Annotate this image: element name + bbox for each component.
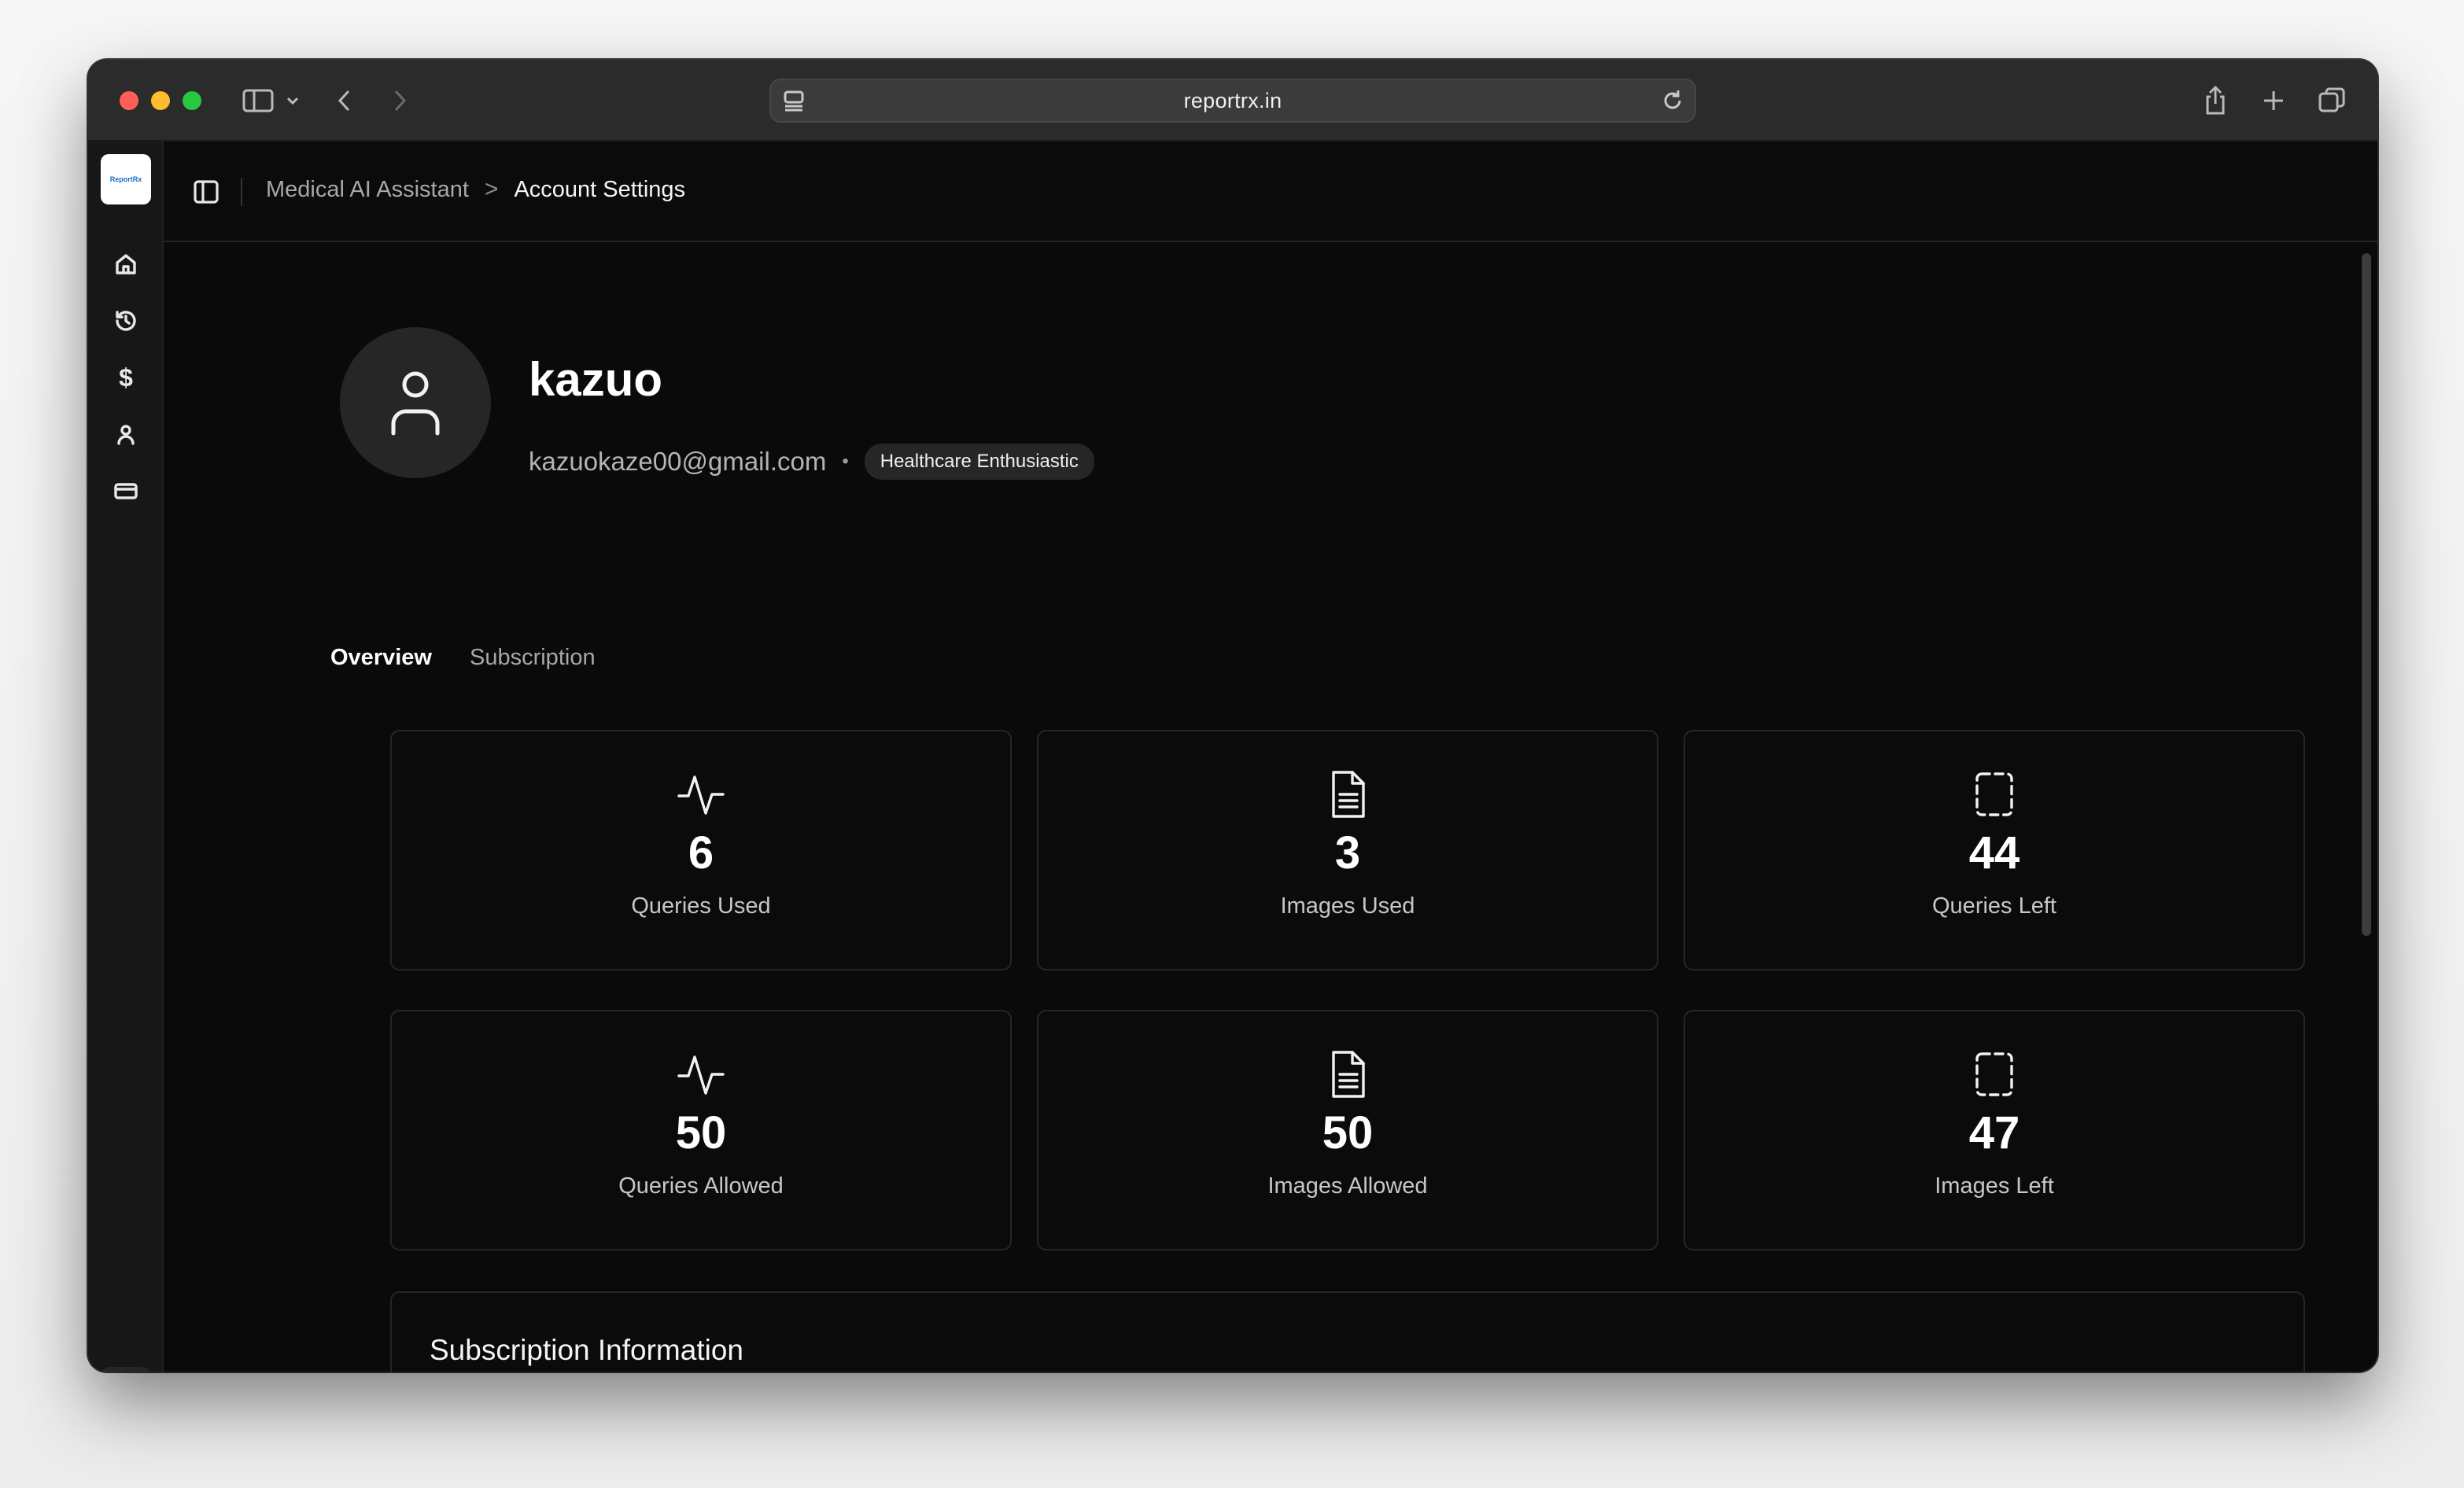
- url-text: reportrx.in: [1183, 88, 1282, 112]
- address-bar[interactable]: reportrx.in: [769, 79, 1696, 123]
- tab-subscription[interactable]: Subscription: [470, 645, 596, 671]
- browser-window: reportrx.in ReportRx $ Medical AI Assist…: [88, 60, 2377, 1372]
- panel-left-icon: [194, 180, 219, 204]
- app-logo[interactable]: ReportRx: [101, 154, 151, 204]
- breadcrumb: Medical AI Assistant > Account Settings: [266, 176, 685, 203]
- tab-overview-icon[interactable]: [2311, 80, 2352, 121]
- reload-icon[interactable]: [1660, 88, 1685, 117]
- stat-card-images-allowed: 50 Images Allowed: [1037, 1010, 1658, 1250]
- breadcrumb-separator: >: [484, 176, 499, 202]
- sidebar-item-pricing[interactable]: $: [107, 359, 145, 396]
- share-icon[interactable]: [2195, 80, 2236, 121]
- dashed-square-icon: [1975, 772, 2013, 816]
- stat-value: 44: [1968, 827, 2020, 878]
- panel-toggle-button[interactable]: [187, 173, 225, 211]
- history-icon: [116, 311, 136, 331]
- close-window-button[interactable]: [120, 91, 138, 110]
- sidebar-item-billing[interactable]: [107, 472, 145, 510]
- subscription-info-section: Subscription Information: [390, 1291, 2305, 1372]
- subscription-info-title: Subscription Information: [430, 1334, 743, 1366]
- stat-label: Images Allowed: [1267, 1173, 1428, 1199]
- sidebar-item-account[interactable]: [107, 415, 145, 453]
- stat-label: Images Left: [1935, 1173, 2054, 1199]
- minimize-window-button[interactable]: [151, 91, 170, 110]
- dollar-icon: $: [119, 363, 133, 392]
- stat-card-queries-used: 6 Queries Used: [390, 730, 1012, 971]
- sidebar-toggle-icon[interactable]: [238, 80, 278, 121]
- tab-overview[interactable]: Overview: [330, 645, 432, 671]
- profile-meta: kazuokaze00@gmail.com • Healthcare Enthu…: [529, 444, 1094, 480]
- user-icon: [391, 371, 440, 436]
- user-icon: [117, 425, 135, 445]
- profile-name: kazuo: [529, 353, 663, 406]
- sidebar-item-history[interactable]: [107, 302, 145, 340]
- activity-icon: [677, 1055, 725, 1095]
- stat-card-images-used: 3 Images Used: [1037, 730, 1658, 971]
- maximize-window-button[interactable]: [183, 91, 201, 110]
- stat-value: 50: [675, 1107, 727, 1158]
- profile-email: kazuokaze00@gmail.com: [529, 447, 827, 476]
- stat-label: Queries Used: [631, 893, 771, 919]
- back-arrow-icon[interactable]: [324, 80, 365, 121]
- dashed-square-icon: [1975, 1052, 2013, 1096]
- page-header: Medical AI Assistant > Account Settings: [164, 142, 2377, 242]
- role-badge: Healthcare Enthusiastic: [864, 444, 1094, 480]
- stat-card-queries-left: 44 Queries Left: [1684, 730, 2305, 971]
- breadcrumb-parent-link[interactable]: Medical AI Assistant: [266, 177, 469, 203]
- stat-value: 47: [1968, 1107, 2020, 1158]
- stat-label: Images Used: [1280, 893, 1415, 919]
- user-avatar-button[interactable]: K: [101, 1367, 151, 1372]
- account-tabs: Overview Subscription: [330, 645, 596, 671]
- stat-card-queries-allowed: 50 Queries Allowed: [390, 1010, 1012, 1250]
- file-text-icon: [1332, 1051, 1365, 1098]
- logo-text: ReportRx: [109, 175, 142, 183]
- activity-icon: [677, 775, 725, 815]
- stat-label: Queries Left: [1932, 893, 2056, 919]
- file-text-icon: [1332, 771, 1365, 818]
- stat-value: 50: [1322, 1107, 1374, 1158]
- home-icon: [116, 254, 136, 274]
- header-divider: [241, 178, 242, 206]
- sidebar-item-home[interactable]: [107, 245, 145, 283]
- breadcrumb-current: Account Settings: [514, 176, 686, 202]
- profile-avatar: [340, 327, 491, 478]
- stat-value: 6: [688, 827, 714, 878]
- meta-separator: •: [842, 451, 849, 472]
- usage-stats-grid: 6 Queries Used 3 Images Used 44 Queries …: [390, 730, 2305, 1250]
- scrollbar-thumb[interactable]: [2362, 253, 2371, 936]
- page-settings-icon[interactable]: [782, 88, 806, 117]
- forward-arrow-icon[interactable]: [379, 80, 420, 121]
- stat-label: Queries Allowed: [618, 1173, 784, 1199]
- stat-card-images-left: 47 Images Left: [1684, 1010, 2305, 1250]
- stat-value: 3: [1334, 827, 1361, 878]
- chevron-down-icon[interactable]: [280, 80, 305, 121]
- app-sidebar: ReportRx $ K: [88, 142, 164, 1372]
- main-content: kazuo kazuokaze00@gmail.com • Healthcare…: [164, 242, 2377, 1372]
- credit-card-icon: [114, 483, 138, 499]
- new-tab-icon[interactable]: [2253, 80, 2294, 121]
- browser-toolbar: reportrx.in: [88, 60, 2377, 142]
